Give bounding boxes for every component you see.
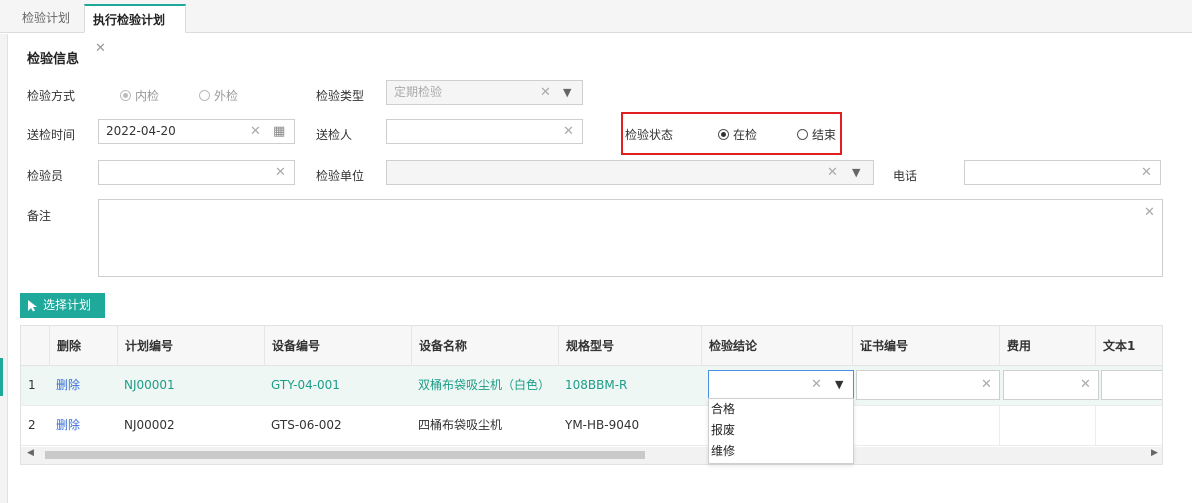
remark-textarea[interactable]: ✕ (98, 199, 1163, 277)
header-spec: 规格型号 (558, 326, 701, 366)
header-delete: 删除 (49, 326, 117, 366)
clear-icon[interactable]: ✕ (811, 377, 822, 392)
delete-link[interactable]: 删除 (49, 366, 117, 405)
certificate-no-cell (852, 406, 999, 445)
radio-label: 内检 (135, 89, 160, 103)
device-no-cell: GTY-04-001 (271, 378, 340, 392)
table-row[interactable]: 1 删除 NJ00001 GTY-04-001 双桶布袋吸尘机（白色） 108B… (21, 366, 1162, 406)
spec-cell: YM-HB-9040 (565, 418, 640, 432)
clear-icon[interactable]: ✕ (1144, 205, 1155, 220)
device-no-cell: GTS-06-002 (271, 418, 342, 432)
sender-input[interactable]: ✕ (386, 119, 583, 144)
type-select[interactable]: 定期检验 ✕ ▼ (386, 80, 583, 105)
text1-input[interactable] (1101, 370, 1162, 400)
close-icon[interactable]: ✕ (95, 41, 106, 56)
device-name-cell: 四桶布袋吸尘机 (418, 418, 503, 432)
clear-icon[interactable]: ✕ (540, 81, 551, 104)
row-index: 2 (28, 418, 36, 432)
header-fee: 费用 (999, 326, 1095, 366)
highlight-box (621, 112, 842, 155)
type-label: 检验类型 (316, 89, 365, 103)
header-plan-no: 计划编号 (117, 326, 264, 366)
horizontal-scrollbar[interactable]: ◀ ▶ (21, 447, 1162, 464)
header-index (21, 326, 49, 366)
scrollbar-thumb[interactable] (45, 451, 645, 459)
select-plan-label: 选择计划 (43, 298, 92, 312)
inspector-label: 检验员 (27, 169, 64, 183)
header-device-name: 设备名称 (411, 326, 558, 366)
phone-label: 电话 (893, 169, 918, 183)
dropdown-option-pass[interactable]: 合格 (709, 399, 853, 420)
radio-unchecked-icon (199, 90, 210, 101)
clear-icon[interactable]: ✕ (1141, 161, 1152, 184)
method-radio-internal[interactable]: 内检 (120, 87, 159, 104)
header-conclusion: 检验结论 (701, 326, 852, 366)
unit-select[interactable]: ✕ ▼ (386, 160, 874, 185)
tab-label: 检验计划 (22, 11, 71, 25)
conclusion-select[interactable]: ✕ ▼ (708, 370, 854, 400)
clear-icon[interactable]: ✕ (981, 377, 992, 392)
tab-bar: 检验计划 执行检验计划 ✕ (0, 0, 1192, 56)
dropdown-option-scrap[interactable]: 报废 (709, 420, 853, 441)
header-certificate-no: 证书编号 (852, 326, 999, 366)
scroll-right-icon[interactable]: ▶ (1151, 448, 1158, 458)
inspector-input[interactable]: ✕ (98, 160, 295, 185)
remark-label: 备注 (27, 209, 52, 223)
send-time-input[interactable]: 2022-04-20 ✕ ▦ (98, 119, 295, 144)
tab-inspection-plan[interactable]: 检验计划 (12, 4, 80, 33)
header-device-no: 设备编号 (264, 326, 411, 366)
tab-label: 执行检验计划 (93, 13, 166, 27)
chevron-down-icon[interactable]: ▼ (563, 81, 571, 104)
phone-input[interactable]: ✕ (964, 160, 1161, 185)
unit-label: 检验单位 (316, 169, 365, 183)
clear-icon[interactable]: ✕ (563, 120, 574, 143)
radio-checked-icon (120, 90, 131, 101)
fee-input[interactable]: ✕ (1003, 370, 1099, 400)
row-index: 1 (28, 378, 36, 392)
text1-cell (1095, 406, 1162, 445)
certificate-no-input[interactable]: ✕ (856, 370, 1000, 400)
clear-icon[interactable]: ✕ (275, 161, 286, 184)
clear-icon[interactable]: ✕ (827, 161, 838, 184)
calendar-icon[interactable]: ▦ (273, 120, 285, 143)
clear-icon[interactable]: ✕ (1080, 377, 1091, 392)
send-time-value: 2022-04-20 (106, 124, 176, 138)
radio-label: 外检 (214, 89, 239, 103)
method-label: 检验方式 (27, 89, 76, 103)
sender-label: 送检人 (316, 128, 353, 142)
left-panel-edge (0, 34, 8, 503)
method-radio-external[interactable]: 外检 (199, 87, 238, 104)
delete-link[interactable]: 删除 (49, 406, 117, 445)
scroll-left-icon[interactable]: ◀ (27, 448, 34, 458)
left-panel-marker (0, 358, 3, 396)
fee-cell (999, 406, 1095, 445)
cursor-arrow-icon (28, 300, 37, 312)
tab-execute-inspection-plan[interactable]: 执行检验计划 ✕ (84, 4, 186, 56)
spec-cell: 108BBM-R (565, 378, 628, 392)
plan-no-cell: NJ00001 (124, 378, 175, 392)
dropdown-option-repair[interactable]: 维修 (709, 441, 853, 462)
chevron-down-icon[interactable]: ▼ (852, 161, 860, 184)
chevron-down-icon[interactable]: ▼ (835, 378, 843, 391)
table-row[interactable]: 2 删除 NJ00002 GTS-06-002 四桶布袋吸尘机 YM-HB-90… (21, 406, 1162, 446)
header-text1: 文本1 (1095, 326, 1162, 366)
type-value: 定期检验 (394, 85, 443, 99)
plan-grid: 删除 计划编号 设备编号 设备名称 规格型号 检验结论 证书编号 费用 文本1 … (20, 325, 1163, 465)
plan-no-cell: NJ00002 (124, 418, 175, 432)
section-title: 检验信息 (27, 52, 80, 67)
clear-icon[interactable]: ✕ (250, 120, 261, 143)
send-time-label: 送检时间 (27, 128, 76, 142)
select-plan-button[interactable]: 选择计划 (20, 293, 105, 318)
device-name-cell: 双桶布袋吸尘机（白色） (418, 378, 551, 392)
conclusion-dropdown: 合格 报废 维修 (708, 398, 854, 464)
grid-header: 删除 计划编号 设备编号 设备名称 规格型号 检验结论 证书编号 费用 文本1 (21, 326, 1162, 366)
